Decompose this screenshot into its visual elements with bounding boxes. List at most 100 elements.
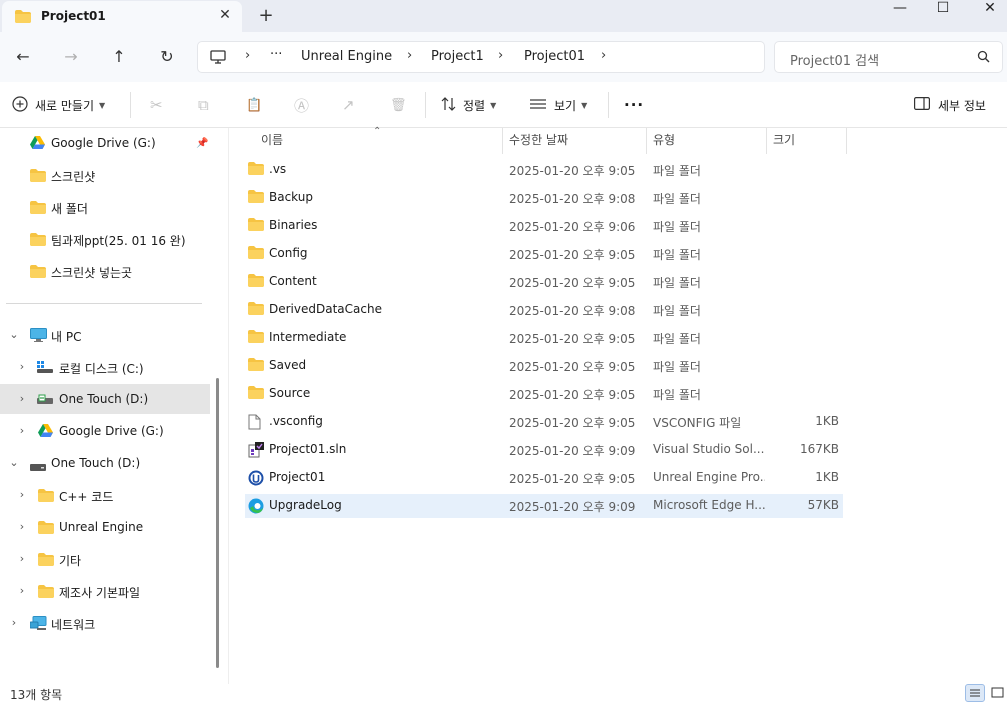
sidebar-scrollbar[interactable]: [216, 378, 219, 668]
sort-ascending-icon: ⌃: [373, 126, 382, 137]
up-button[interactable]: ↑: [106, 44, 132, 70]
view-button[interactable]: 보기 ▼: [530, 94, 587, 116]
chevron-right-icon[interactable]: ›: [15, 424, 29, 437]
sidebar-item-network[interactable]: › 네트워크: [0, 608, 210, 638]
chevron-right-icon[interactable]: ›: [15, 392, 29, 405]
column-header-size[interactable]: 크기: [773, 128, 795, 154]
sidebar-item-google-drive[interactable]: Google Drive (G:) 📌: [0, 128, 210, 158]
sidebar-item-misc[interactable]: › 기타: [0, 544, 210, 574]
file-type: Visual Studio Sol...: [653, 442, 765, 456]
pin-icon[interactable]: 📌: [196, 138, 208, 149]
sidebar-item-google-drive-g[interactable]: › Google Drive (G:): [0, 416, 210, 446]
file-date: 2025-01-20 오후 9:05: [509, 416, 636, 430]
file-row[interactable]: DerivedDataCache 2025-01-20 오후 9:08 파일 폴더: [245, 298, 843, 322]
folder-icon: [248, 330, 264, 346]
sidebar-item-unreal-engine[interactable]: › Unreal Engine: [0, 512, 210, 542]
breadcrumb-project01[interactable]: Project01: [524, 49, 585, 64]
file-name: Config: [269, 246, 308, 260]
copy-button[interactable]: ⧉: [198, 94, 215, 116]
sort-label: 정렬: [463, 98, 486, 113]
share-button[interactable]: ↗: [342, 94, 361, 116]
sidebar-item-label: Google Drive (G:): [59, 424, 164, 438]
column-separator[interactable]: [846, 128, 847, 154]
new-button[interactable]: 새로 만들기 ▼: [12, 94, 105, 116]
column-header-type[interactable]: 유형: [653, 128, 675, 154]
more-options-button[interactable]: ···: [624, 94, 644, 116]
sidebar-item-screenshot-drop[interactable]: 스크린샷 넣는곳: [0, 256, 210, 286]
sidebar-item-cpp-code[interactable]: › C++ 코드: [0, 480, 210, 510]
column-separator[interactable]: [646, 128, 647, 154]
file-row[interactable]: Project01.sln 2025-01-20 오후 9:09 Visual St…: [245, 438, 843, 462]
file-name: Source: [269, 386, 311, 400]
file-row[interactable]: Source 2025-01-20 오후 9:05 파일 폴더: [245, 382, 843, 406]
refresh-button[interactable]: ↻: [154, 44, 180, 70]
file-row[interactable]: Binaries 2025-01-20 오후 9:06 파일 폴더: [245, 214, 843, 238]
column-header-date[interactable]: 수정한 날짜: [509, 128, 568, 154]
breadcrumb-separator[interactable]: ›: [498, 48, 503, 63]
file-date: 2025-01-20 오후 9:06: [509, 220, 636, 234]
column-separator[interactable]: [766, 128, 767, 154]
breadcrumb-separator[interactable]: ›: [245, 48, 250, 63]
new-tab-button[interactable]: +: [256, 5, 276, 26]
file-type: 파일 폴더: [653, 192, 701, 206]
minimize-button[interactable]: —: [877, 0, 923, 32]
sort-button[interactable]: 정렬 ▼: [441, 94, 496, 116]
tiles-view-button[interactable]: [988, 684, 1007, 702]
sidebar-item-team-ppt[interactable]: 팀과제ppt(25. 01 16 완): [0, 224, 210, 254]
column-separator[interactable]: [502, 128, 503, 154]
folder-icon: [30, 233, 46, 249]
file-row[interactable]: Backup 2025-01-20 오후 9:08 파일 폴더: [245, 186, 843, 210]
file-row[interactable]: Saved 2025-01-20 오후 9:05 파일 폴더: [245, 354, 843, 378]
sidebar-item-this-pc[interactable]: ⌄ 내 PC: [0, 320, 210, 350]
folder-icon: [30, 201, 46, 217]
file-row[interactable]: .vsconfig 2025-01-20 오후 9:05 VSCONFIG 파일 1K…: [245, 410, 843, 434]
monitor-icon[interactable]: [210, 50, 226, 67]
trash-icon: 🗑: [390, 97, 407, 113]
file-row[interactable]: .vs 2025-01-20 오후 9:05 파일 폴더: [245, 158, 843, 182]
breadcrumb-more[interactable]: ···: [270, 47, 282, 62]
details-pane-button[interactable]: 세부 정보: [914, 94, 986, 116]
chevron-right-icon[interactable]: ›: [15, 552, 29, 565]
chevron-right-icon[interactable]: ›: [15, 520, 29, 533]
column-header-name[interactable]: 이름: [261, 128, 283, 154]
details-view-icon: [970, 689, 980, 697]
chevron-right-icon[interactable]: ›: [7, 616, 21, 629]
sidebar-item-screenshots[interactable]: 스크린샷: [0, 160, 210, 190]
file-row[interactable]: Content 2025-01-20 오후 9:05 파일 폴더: [245, 270, 843, 294]
tab-project01[interactable]: Project01 ✕: [2, 1, 242, 32]
address-bar[interactable]: › ··· Unreal Engine › Project1 › Project…: [197, 41, 765, 73]
details-view-button[interactable]: [965, 684, 985, 702]
breadcrumb-project1[interactable]: Project1: [431, 49, 484, 64]
file-row[interactable]: Intermediate 2025-01-20 오후 9:05 파일 폴더: [245, 326, 843, 350]
sidebar-item-manufacturer-files[interactable]: › 제조사 기본파일: [0, 576, 210, 606]
file-row[interactable]: Config 2025-01-20 오후 9:05 파일 폴더: [245, 242, 843, 266]
folder-icon: [248, 162, 264, 178]
chevron-right-icon[interactable]: ›: [15, 584, 29, 597]
search-input[interactable]: Project01 검색: [774, 41, 1003, 73]
chevron-down-icon[interactable]: ⌄: [7, 456, 21, 469]
chevron-right-icon[interactable]: ›: [15, 488, 29, 501]
sidebar-item-one-touch-d[interactable]: › One Touch (D:): [0, 384, 210, 414]
forward-button[interactable]: →: [58, 44, 84, 70]
paste-button[interactable]: 📋: [246, 94, 268, 116]
sidebar-item-local-disk-c[interactable]: › 로컬 디스크 (C:): [0, 352, 210, 382]
maximize-button[interactable]: ☐: [920, 0, 966, 32]
window-close-button[interactable]: ✕: [967, 0, 1007, 32]
cut-button[interactable]: ✂: [150, 94, 169, 116]
rename-button[interactable]: Ⓐ: [294, 94, 315, 116]
breadcrumb-separator[interactable]: ›: [407, 48, 412, 63]
tab-close-icon[interactable]: ✕: [215, 7, 235, 23]
breadcrumb-unreal-engine[interactable]: Unreal Engine: [301, 49, 392, 64]
breadcrumb-separator[interactable]: ›: [601, 48, 606, 63]
file-row[interactable]: UpgradeLog 2025-01-20 오후 9:09 Microsoft Ed…: [245, 494, 843, 518]
sidebar-item-new-folder[interactable]: 새 폴더: [0, 192, 210, 222]
back-button[interactable]: ←: [10, 44, 36, 70]
chevron-down-icon[interactable]: ⌄: [7, 328, 21, 341]
details-label: 세부 정보: [938, 98, 986, 113]
file-row[interactable]: Project01 2025-01-20 오후 9:05 Unreal Engine…: [245, 466, 843, 490]
folder-icon: [248, 218, 264, 234]
chevron-right-icon[interactable]: ›: [15, 360, 29, 373]
sidebar-item-label: 내 PC: [51, 330, 82, 344]
delete-button[interactable]: 🗑: [390, 94, 413, 116]
sidebar-item-one-touch-d-root[interactable]: ⌄ One Touch (D:): [0, 448, 210, 478]
